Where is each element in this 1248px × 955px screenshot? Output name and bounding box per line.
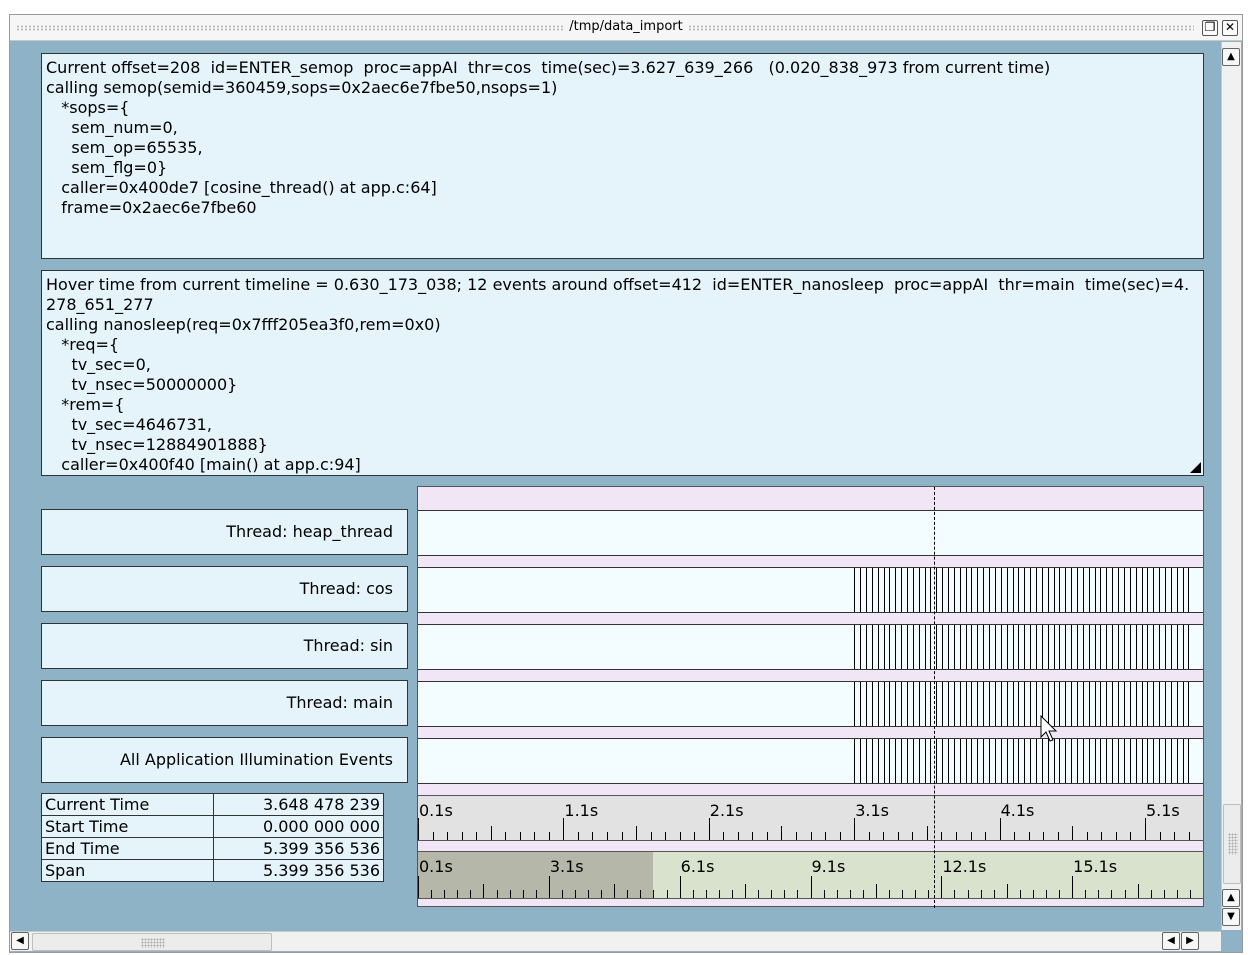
text-line: sem_flg=0} — [46, 158, 168, 177]
axis-tick-label: 4.1s — [1001, 801, 1035, 820]
restore-icon: ❐ — [1204, 20, 1216, 34]
title-bar[interactable]: /tmp/data_import ❐ ✕ — [10, 15, 1242, 41]
text-line: Current offset=208 id=ENTER_semop proc=a… — [46, 58, 1051, 77]
window-title: /tmp/data_import — [563, 19, 689, 34]
current-event-text: Current offset=208 id=ENTER_semop proc=a… — [46, 58, 1199, 218]
text-line: tv_sec=0, — [46, 355, 151, 374]
event-marks — [854, 682, 1189, 726]
application-window: /tmp/data_import ❐ ✕ Current offset=208 … — [9, 14, 1243, 953]
mouse-pointer-icon — [1040, 715, 1058, 742]
stat-value: 5.399 356 536 — [213, 859, 384, 882]
scroll-up-button[interactable]: ▲ — [1222, 48, 1240, 66]
event-marks — [418, 511, 1203, 555]
timeline-view[interactable]: 0.1s 1.1s 2.1s 3.1s 4.1s 5.1s 0.1s 3.1s 6.1s 9.1… — [417, 486, 1204, 908]
axis-tick-label: 6.1s — [681, 857, 715, 876]
arrow-up-icon: ▲ — [1227, 892, 1235, 903]
text-line: calling nanosleep(req=0x7fff205ea3f0,rem… — [46, 315, 441, 334]
axis-tick-label: 1.1s — [564, 801, 598, 820]
time-axis-ticks: 0.1s 1.1s 2.1s 3.1s 4.1s 5.1s — [418, 801, 1190, 840]
hover-event-text: Hover time from current timeline = 0.630… — [46, 275, 1199, 475]
arrow-right-icon: ▶ — [1186, 935, 1194, 946]
axis-tick-label: 0.1s — [419, 857, 453, 876]
axis-tick-label: 9.1s — [812, 857, 846, 876]
scroll-left-button[interactable]: ◀ — [11, 932, 29, 950]
table-row: End Time 5.399 356 536 — [41, 837, 384, 860]
resize-grip-icon[interactable] — [1190, 462, 1201, 473]
table-row: Start Time 0.000 000 000 — [41, 815, 384, 838]
time-stats-table: Current Time 3.648 478 239 Start Time 0.00… — [41, 793, 384, 882]
thread-label-sin[interactable]: Thread: sin — [41, 623, 408, 669]
track-sin[interactable] — [418, 624, 1203, 670]
track-cos[interactable] — [418, 567, 1203, 613]
arrow-down-icon: ▼ — [1227, 911, 1235, 922]
text-line: tv_nsec=50000000} — [46, 375, 238, 394]
axis-tick-label: 3.1s — [855, 801, 889, 820]
stat-value: 5.399 356 536 — [213, 837, 384, 860]
axis-tick-label: 0.1s — [419, 801, 453, 820]
vertical-scroll-thumb[interactable] — [1223, 804, 1241, 884]
grip-icon — [1228, 833, 1238, 855]
time-axis-zoomed[interactable]: 0.1s 1.1s 2.1s 3.1s 4.1s 5.1s — [418, 795, 1203, 841]
thread-label-cos[interactable]: Thread: cos — [41, 566, 408, 612]
close-icon: ✕ — [1224, 20, 1236, 34]
arrow-left-icon: ◀ — [1167, 935, 1175, 946]
scroll-left-button-right[interactable]: ◀ — [1162, 932, 1180, 950]
text-line: Hover time from current timeline = 0.630… — [46, 275, 1190, 314]
track-main[interactable] — [418, 681, 1203, 727]
table-row: Span 5.399 356 536 — [41, 859, 384, 882]
scroll-right-button[interactable]: ▶ — [1181, 932, 1199, 950]
horizontal-scrollbar[interactable]: ◀ ◀ ▶ — [10, 931, 1221, 951]
current-time-cursor — [934, 487, 935, 908]
axis-tick-label: 15.1s — [1073, 857, 1117, 876]
restore-button[interactable]: ❐ — [1202, 20, 1218, 36]
arrow-left-icon: ◀ — [16, 935, 24, 946]
current-event-pane: Current offset=208 id=ENTER_semop proc=a… — [41, 53, 1204, 259]
event-marks — [854, 625, 1189, 669]
stat-value: 3.648 478 239 — [213, 793, 384, 816]
thread-label-heap-thread[interactable]: Thread: heap_thread — [41, 509, 408, 555]
stat-label: Span — [41, 859, 214, 882]
thread-label-all-events[interactable]: All Application Illumination Events — [41, 737, 408, 783]
thread-label-main[interactable]: Thread: main — [41, 680, 408, 726]
text-line: calling semop(semid=360459,sops=0x2aec6e… — [46, 78, 558, 97]
event-marks — [854, 568, 1189, 612]
stat-value: 0.000 000 000 — [213, 815, 384, 838]
stat-label: Start Time — [41, 815, 214, 838]
text-line: *req={ — [46, 335, 120, 354]
text-line: sem_op=65535, — [46, 138, 203, 157]
axis-tick-label: 12.1s — [942, 857, 986, 876]
axis-tick-label: 3.1s — [550, 857, 584, 876]
text-line: sem_num=0, — [46, 118, 178, 137]
close-button[interactable]: ✕ — [1222, 20, 1238, 36]
text-line: *rem={ — [46, 395, 125, 414]
axis-tick-label: 5.1s — [1146, 801, 1180, 820]
horizontal-scroll-thumb[interactable] — [32, 933, 272, 951]
grip-icon — [141, 938, 165, 948]
text-line: caller=0x400de7 [cosine_thread() at app.… — [46, 178, 437, 197]
text-line: tv_nsec=12884901888} — [46, 435, 268, 454]
text-line: frame=0x2aec6e7fbe60 — [46, 198, 257, 217]
text-line: *sops={ — [46, 98, 130, 117]
arrow-up-icon: ▲ — [1227, 51, 1235, 62]
time-axis-overview[interactable]: 0.1s 3.1s 6.1s 9.1s 12.1s 15.1s — [418, 851, 1203, 899]
scroll-down-button[interactable]: ▼ — [1222, 908, 1240, 926]
time-axis-ticks: 0.1s 3.1s 6.1s 9.1s 12.1s 15.1s — [418, 857, 1191, 898]
event-marks — [854, 739, 1189, 783]
vertical-scrollbar[interactable]: ▲ ▲ ▼ — [1221, 42, 1241, 930]
table-row: Current Time 3.648 478 239 — [41, 793, 384, 816]
track-heap-thread[interactable] — [418, 510, 1203, 556]
hover-event-pane: Hover time from current timeline = 0.630… — [41, 270, 1204, 476]
track-all-events[interactable] — [418, 738, 1203, 784]
stat-label: End Time — [41, 837, 214, 860]
axis-tick-label: 2.1s — [710, 801, 744, 820]
stat-label: Current Time — [41, 793, 214, 816]
text-line: caller=0x400f40 [main() at app.c:94] — [46, 455, 361, 474]
scroll-up-button-bottom[interactable]: ▲ — [1222, 889, 1240, 907]
text-line: tv_sec=4646731, — [46, 415, 212, 434]
